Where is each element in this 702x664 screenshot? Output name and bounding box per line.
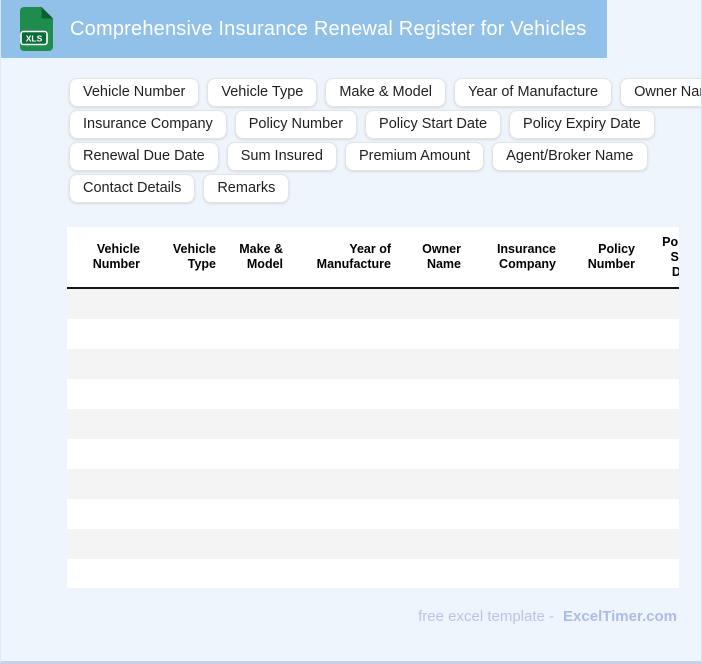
- column-chip[interactable]: Renewal Due Date: [69, 142, 219, 171]
- table-row: [67, 379, 679, 409]
- column-chip[interactable]: Insurance Company: [69, 110, 227, 139]
- chip-row: Insurance Company Policy Number Policy Sta…: [69, 110, 701, 139]
- page: XLS Comprehensive Insurance Renewal Regi…: [0, 0, 702, 664]
- column-chip[interactable]: Sum Insured: [226, 142, 337, 171]
- table-row: [67, 469, 679, 499]
- column-header: Vehicle Number: [92, 242, 140, 271]
- titlebar: XLS Comprehensive Insurance Renewal Regi…: [1, 0, 607, 58]
- column-chip[interactable]: Premium Amount: [344, 142, 485, 171]
- footer-text: free excel template -: [418, 608, 555, 625]
- register-table: Vehicle Number Vehicle Type Make & Model Ye…: [67, 227, 679, 588]
- column-chip[interactable]: Agent/Broker Name: [492, 142, 648, 171]
- table-row: [67, 439, 679, 469]
- table-row: [67, 319, 679, 349]
- table-row: [67, 349, 679, 379]
- column-chip[interactable]: Policy Start Date: [365, 110, 502, 139]
- chip-row: Renewal Due Date Sum Insured Premium Amoun…: [69, 142, 701, 171]
- column-header: Insurance Company: [496, 242, 556, 271]
- xls-file-icon: XLS: [20, 7, 53, 51]
- chip-row: Vehicle Number Vehicle Type Make & Model Ye…: [69, 78, 701, 107]
- table-body: [67, 289, 679, 588]
- xls-label-text: XLS: [26, 33, 43, 43]
- column-chip[interactable]: Policy Expiry Date: [509, 110, 655, 139]
- table-row: [67, 559, 679, 588]
- table-header-row: Vehicle Number Vehicle Type Make & Model Ye…: [67, 227, 679, 289]
- column-chip[interactable]: Remarks: [203, 174, 290, 203]
- column-header: Policy Start Date: [662, 234, 679, 279]
- column-chips: Vehicle Number Vehicle Type Make & Model Ye…: [69, 78, 701, 206]
- column-chip[interactable]: Year of Manufacture: [454, 78, 613, 107]
- footer: free excel template - ExcelTimer.com: [418, 608, 677, 625]
- column-chip[interactable]: Owner Name: [620, 78, 701, 107]
- table-row: [67, 289, 679, 319]
- column-header: Vehicle Type: [172, 242, 216, 271]
- column-chip[interactable]: Policy Number: [234, 110, 358, 139]
- file-dogear: [41, 7, 53, 19]
- column-header: Policy Number: [587, 242, 635, 271]
- column-chip[interactable]: Contact Details: [69, 174, 196, 203]
- column-chip[interactable]: Make & Model: [325, 78, 447, 107]
- column-header: Owner Name: [422, 242, 461, 271]
- column-chip[interactable]: Vehicle Number: [69, 78, 200, 107]
- table-row: [67, 529, 679, 559]
- chip-row: Contact Details Remarks: [69, 174, 701, 203]
- table-row: [67, 409, 679, 439]
- column-header: Year of Manufacture: [316, 242, 391, 271]
- column-chip[interactable]: Vehicle Type: [207, 78, 318, 107]
- column-header: Make & Model: [239, 242, 283, 271]
- footer-brand-link[interactable]: ExcelTimer.com: [563, 608, 677, 625]
- table-row: [67, 499, 679, 529]
- page-title: Comprehensive Insurance Renewal Register…: [70, 17, 587, 40]
